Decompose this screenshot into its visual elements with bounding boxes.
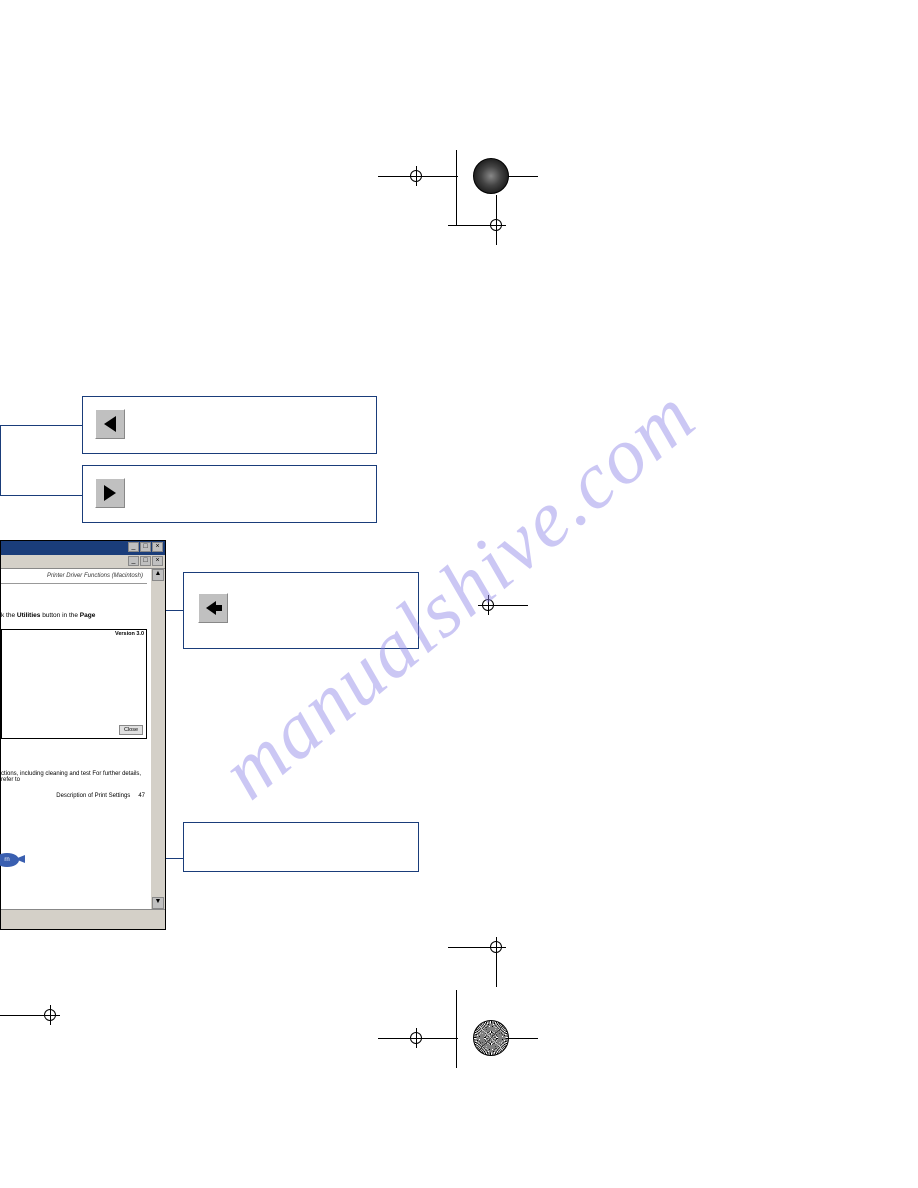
crop-mark-bottom-right-inner [468, 935, 518, 985]
callout-previous [82, 396, 377, 454]
registration-mark-icon [486, 937, 506, 957]
window-minimize-button[interactable]: _ [128, 542, 139, 552]
crop-mark-bottom-right [378, 980, 538, 1070]
document-footer: Description of Print Settings 47 [1, 793, 149, 799]
acrobat-window: _ □ × _ □ × ▲ ▼ Printer Driver Functions… [0, 540, 166, 930]
return-link[interactable]: rn [0, 853, 19, 867]
footer-text: Description of Print Settings [56, 793, 130, 799]
registration-mark-icon [478, 595, 498, 615]
crop-mark-middle-right [478, 595, 498, 620]
connector-line [0, 495, 82, 496]
window-title-bar: _ □ × [1, 541, 165, 555]
crop-circle-icon [473, 158, 509, 194]
document-body: ▲ ▼ Printer Driver Functions (Macintosh)… [1, 569, 165, 909]
connector-line [0, 425, 1, 495]
scroll-down-button[interactable]: ▼ [152, 897, 164, 909]
registration-mark-icon [486, 215, 506, 235]
document-header: Printer Driver Functions (Macintosh) [1, 573, 149, 579]
dialog-preview: Version 3.0 Close [1, 629, 147, 739]
next-page-button[interactable] [95, 478, 125, 508]
back-button[interactable] [198, 593, 228, 623]
toolbar-minimize-button[interactable]: _ [128, 556, 139, 566]
callout-return [183, 822, 419, 872]
previous-page-button[interactable] [95, 409, 125, 439]
crop-mark-top-right-inner [468, 195, 518, 245]
window-status-bar [1, 909, 165, 929]
page-number: 47 [138, 793, 145, 799]
divider [1, 583, 147, 584]
arrow-left-icon [206, 603, 220, 613]
registration-mark-icon [406, 1028, 426, 1048]
scroll-up-button[interactable]: ▲ [152, 569, 164, 581]
toolbar-maximize-button[interactable]: □ [140, 556, 151, 566]
triangle-right-icon [104, 485, 116, 501]
callout-next [82, 465, 377, 523]
document-text-2: ctions, including cleaning and test For … [1, 743, 149, 787]
connector-line [166, 610, 183, 611]
dialog-close-button[interactable]: Close [119, 725, 143, 735]
registration-mark-icon [40, 1005, 60, 1025]
crop-mark-bottom-left [0, 1000, 70, 1030]
connector-line [0, 425, 82, 426]
registration-mark-icon [406, 166, 426, 186]
window-close-button[interactable]: × [152, 542, 163, 552]
window-maximize-button[interactable]: □ [140, 542, 151, 552]
document-text-1: k the Utilities button in the Page [1, 588, 149, 625]
window-toolbar: _ □ × [1, 555, 165, 569]
toolbar-close-button[interactable]: × [152, 556, 163, 566]
dialog-version-label: Version 3.0 [115, 631, 144, 637]
crop-circle-radial-icon [473, 1020, 509, 1056]
callout-back [183, 572, 419, 649]
triangle-left-icon [104, 416, 116, 432]
